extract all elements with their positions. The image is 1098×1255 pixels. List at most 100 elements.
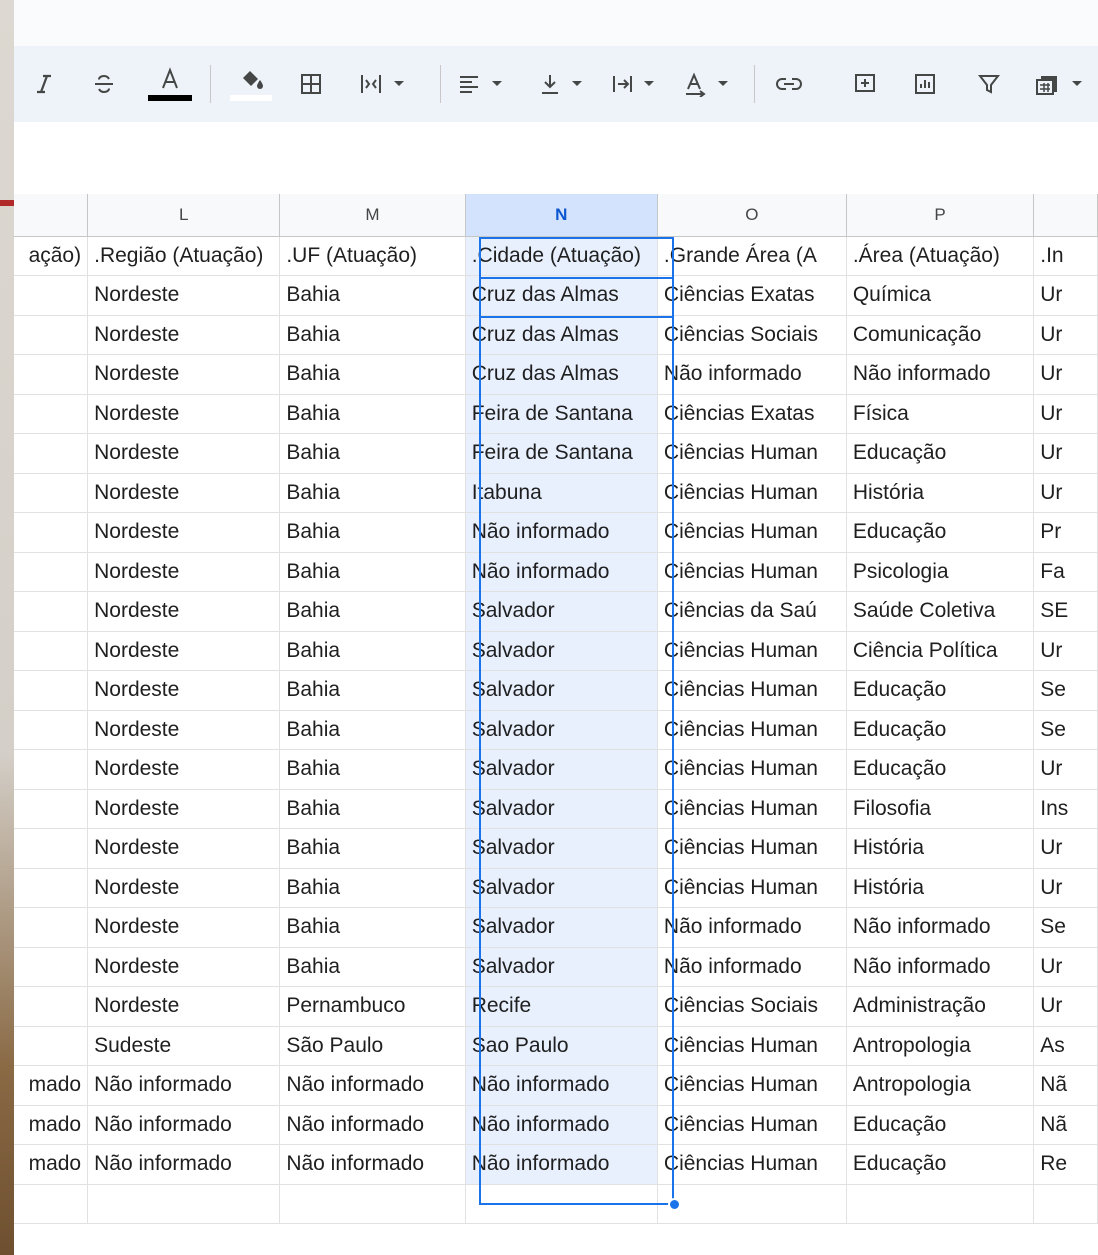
cell[interactable]: Salvador [465, 868, 658, 908]
filter-views-icon[interactable] [1030, 46, 1064, 122]
cell[interactable]: Bahia [279, 670, 466, 711]
cell[interactable]: Ciências Human [657, 1144, 847, 1185]
chevron-down-icon[interactable] [566, 46, 588, 122]
cell[interactable]: Nordeste [87, 868, 281, 908]
cell[interactable]: .Grande Área (A [657, 236, 847, 276]
cell[interactable]: Bahia [279, 315, 466, 355]
cell[interactable]: Se [1033, 670, 1098, 711]
borders-icon[interactable] [296, 46, 326, 122]
cell[interactable]: Cruz das Almas [465, 315, 658, 355]
cell[interactable]: Salvador [465, 947, 658, 987]
cell[interactable] [657, 1184, 847, 1224]
cell[interactable]: Bahia [279, 394, 466, 434]
cell[interactable]: Bahia [279, 631, 466, 671]
cell[interactable]: Nã [1033, 1105, 1098, 1145]
cell[interactable]: Não informado [465, 1065, 658, 1106]
cell[interactable]: Ciências Human [657, 473, 847, 513]
column-header-L[interactable]: L [87, 194, 281, 237]
cell[interactable]: Ciências Human [657, 828, 847, 869]
cell[interactable]: Sudeste [87, 1026, 281, 1066]
column-header-partial[interactable] [1033, 194, 1098, 237]
cell[interactable]: Fa [1033, 552, 1098, 592]
strikethrough-icon[interactable] [86, 46, 122, 122]
cell[interactable]: Bahia [279, 710, 466, 750]
cell[interactable]: Ciências Human [657, 631, 847, 671]
cell[interactable]: .Região (Atuação) [87, 236, 281, 276]
cell[interactable]: Bahia [279, 907, 466, 948]
cell[interactable]: Nordeste [87, 591, 281, 632]
cell[interactable]: Ciências Human [657, 868, 847, 908]
filter-icon[interactable] [972, 46, 1006, 122]
cell[interactable]: Nordeste [87, 631, 281, 671]
cell[interactable]: Não informado [465, 552, 658, 592]
cell[interactable]: História [846, 868, 1035, 908]
cell[interactable]: Se [1033, 710, 1098, 750]
cell[interactable]: Não informado [279, 1105, 466, 1145]
cell[interactable]: História [846, 473, 1035, 513]
cell[interactable]: mado [14, 1065, 89, 1106]
cell[interactable] [279, 1184, 466, 1224]
cell[interactable]: Não informado [87, 1065, 281, 1106]
cell[interactable]: Nordeste [87, 315, 281, 355]
cell[interactable]: Ciências Human [657, 512, 847, 553]
cell[interactable]: Saúde Coletiva [846, 591, 1035, 632]
cell[interactable]: Salvador [465, 749, 658, 790]
cell[interactable]: Bahia [279, 591, 466, 632]
cell[interactable]: Nã [1033, 1065, 1098, 1106]
cell[interactable]: Ciências Human [657, 789, 847, 829]
cell[interactable]: História [846, 828, 1035, 869]
cell[interactable]: Educação [846, 710, 1035, 750]
cell[interactable]: Nordeste [87, 828, 281, 869]
cell[interactable]: Educação [846, 1105, 1035, 1145]
cell[interactable]: Antropologia [846, 1065, 1035, 1106]
cell[interactable]: Ur [1033, 828, 1098, 869]
cell[interactable]: Ciências da Saú [657, 591, 847, 632]
cell[interactable]: Ur [1033, 275, 1098, 316]
cell[interactable]: Nordeste [87, 275, 281, 316]
cell[interactable]: Nordeste [87, 552, 281, 592]
cell[interactable]: Ur [1033, 868, 1098, 908]
cell[interactable]: Salvador [465, 907, 658, 948]
cell[interactable]: Ciências Human [657, 433, 847, 474]
text-color-icon[interactable] [146, 46, 194, 122]
cell[interactable]: SE [1033, 591, 1098, 632]
cell[interactable]: Não informado [657, 354, 847, 395]
column-header-N[interactable]: N [465, 194, 658, 237]
cell[interactable]: Ur [1033, 354, 1098, 395]
cell[interactable]: Não informado [87, 1105, 281, 1145]
chevron-down-icon[interactable] [388, 46, 410, 122]
chevron-down-icon[interactable] [486, 46, 508, 122]
cell[interactable]: Cruz das Almas [465, 354, 658, 395]
cell[interactable] [14, 473, 89, 513]
cell[interactable] [14, 275, 89, 316]
cell[interactable] [14, 1184, 89, 1224]
cell[interactable]: Psicologia [846, 552, 1035, 592]
cell[interactable]: .UF (Atuação) [279, 236, 466, 276]
cell[interactable]: Comunicação [846, 315, 1035, 355]
cell[interactable]: Nordeste [87, 749, 281, 790]
cell[interactable]: Nordeste [87, 473, 281, 513]
cell[interactable]: Nordeste [87, 710, 281, 750]
fill-handle[interactable] [668, 1198, 681, 1211]
cell[interactable]: Não informado [465, 1105, 658, 1145]
cell[interactable]: Antropologia [846, 1026, 1035, 1066]
cell[interactable] [14, 947, 89, 987]
cell[interactable] [14, 710, 89, 750]
cell[interactable]: Não informado [87, 1144, 281, 1185]
cell[interactable]: Ur [1033, 631, 1098, 671]
cell[interactable] [14, 907, 89, 948]
cell[interactable]: Salvador [465, 670, 658, 711]
cell[interactable]: Bahia [279, 354, 466, 395]
cell[interactable]: Nordeste [87, 947, 281, 987]
cell[interactable]: Re [1033, 1144, 1098, 1185]
cell[interactable]: Cruz das Almas [465, 275, 658, 316]
cell[interactable]: Nordeste [87, 512, 281, 553]
cell[interactable] [14, 552, 89, 592]
cell[interactable]: Bahia [279, 275, 466, 316]
cell[interactable]: Ciências Human [657, 1026, 847, 1066]
cell[interactable]: Sao Paulo [465, 1026, 658, 1066]
cell[interactable]: Não informado [657, 947, 847, 987]
cell[interactable]: Educação [846, 433, 1035, 474]
cell[interactable]: Ur [1033, 986, 1098, 1027]
cell[interactable] [14, 986, 89, 1027]
